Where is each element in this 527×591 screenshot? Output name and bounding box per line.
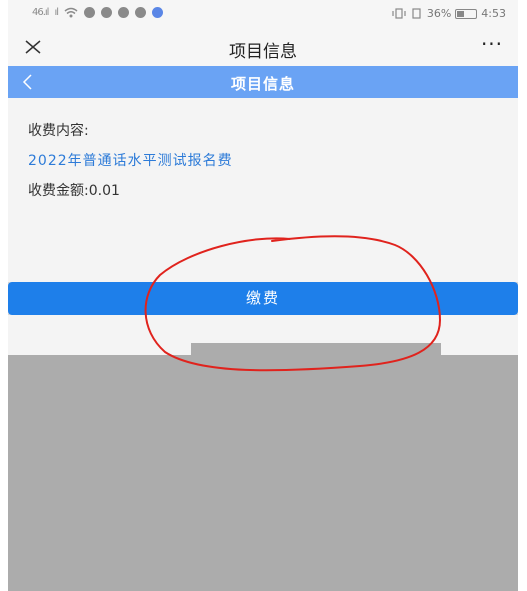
nav-header: 项目信息 <box>8 66 518 98</box>
sim-icon <box>412 8 421 19</box>
signal-icon: ıl <box>54 7 59 18</box>
chat-icon <box>135 7 147 18</box>
vibrate-icon <box>392 8 406 19</box>
status-icons-left: 46.ıl ıl <box>32 7 164 18</box>
page-title: 项目信息 <box>229 42 297 62</box>
nav-title: 项目信息 <box>230 75 295 93</box>
more-button[interactable]: ··· <box>476 34 508 60</box>
fee-amount: 收费金额:0.01 <box>28 183 120 199</box>
grey-overlay <box>8 355 518 591</box>
title-bar: 项目信息 ··· <box>8 28 518 66</box>
fee-info-section: 收费内容: 2022年普通话水平测试报名费 收费金额:0.01 <box>8 98 518 282</box>
status-icons-right: 36% 4:53 <box>391 7 506 20</box>
status-bar: 46.ıl ıl 36% 4:53 <box>8 0 518 28</box>
fee-item-link[interactable]: 2022年普通话水平测试报名费 <box>28 150 233 170</box>
overlay-edge <box>191 343 441 355</box>
app-icon <box>152 7 164 18</box>
wifi-icon <box>64 7 78 18</box>
battery-icon <box>455 8 478 19</box>
notification-icon <box>118 7 130 18</box>
battery-percent: 36% <box>426 7 452 20</box>
notification-icon <box>101 7 113 18</box>
phone-screen: 46.ıl ıl 36% 4:53 项目信息 ··· 项目信息 收费内容: 20… <box>8 0 518 591</box>
pay-button[interactable]: 缴费 <box>8 282 518 315</box>
status-time: 4:53 <box>481 7 506 20</box>
notification-icon <box>84 7 96 18</box>
signal-icon: 46.ıl <box>32 7 49 18</box>
fee-content-label: 收费内容: <box>28 123 89 139</box>
